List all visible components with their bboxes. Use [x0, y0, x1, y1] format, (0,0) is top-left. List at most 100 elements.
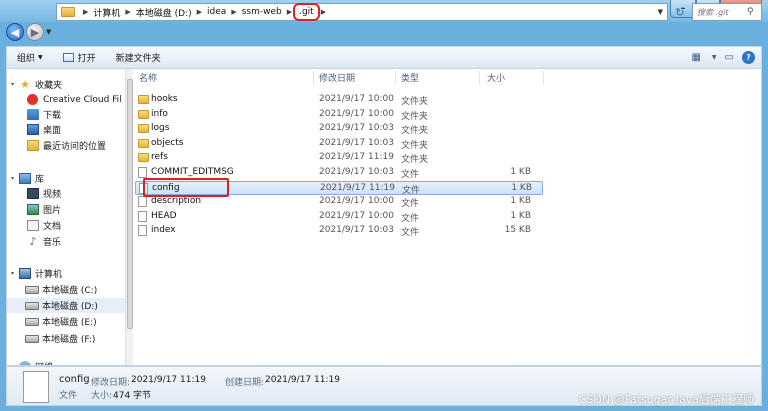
details-file-name: config	[59, 374, 90, 385]
sidebar-item-videos[interactable]: 视频	[27, 186, 61, 201]
drive-icon	[25, 285, 39, 294]
file-row[interactable]: info 2021/9/17 10:00 文件夹	[135, 108, 543, 122]
drive-icon	[25, 317, 39, 326]
column-header-size[interactable]: 大小	[487, 71, 505, 85]
column-divider[interactable]	[313, 71, 314, 85]
main-pane: ▾ ★ 收藏夹 Creative Cloud Fil 下载 桌面 最近访问的位置…	[6, 68, 762, 366]
organize-button[interactable]: 组织 ▼	[17, 51, 43, 64]
file-type: 文件夹	[401, 140, 429, 151]
sidebar-item-label: 下载	[43, 111, 62, 121]
file-icon	[138, 225, 147, 237]
sidebar-item-drive-c[interactable]: 本地磁盘 (C:)	[25, 282, 97, 297]
file-row[interactable]: hooks 2021/9/17 10:00 文件夹	[135, 93, 543, 107]
address-dropdown-icon[interactable]: ▼	[658, 8, 663, 16]
expand-icon[interactable]: ▸	[11, 363, 19, 366]
file-type: 文件夹	[401, 155, 429, 166]
folder-icon	[138, 153, 149, 163]
search-box[interactable]: ⚲	[692, 3, 762, 21]
file-type: 文件夹	[401, 126, 429, 137]
file-row[interactable]: index 2021/9/17 10:03 文件 15 KB	[135, 224, 543, 238]
view-options-icon[interactable]: ▦	[691, 52, 700, 63]
file-name: description	[151, 196, 202, 207]
column-divider[interactable]	[543, 71, 544, 85]
crumb-separator-icon[interactable]: ▶	[321, 8, 326, 16]
sidebar-computer-label: 计算机	[35, 270, 63, 280]
sidebar-network[interactable]: ▸ 网络	[11, 361, 53, 365]
file-date: 2021/9/17 11:19	[319, 152, 394, 163]
sidebar-favorites[interactable]: ▾ ★ 收藏夹	[11, 77, 62, 92]
back-button[interactable]: ◀	[6, 23, 24, 41]
sidebar-item-label: 视频	[43, 190, 62, 200]
scrollbar-thumb[interactable]	[127, 79, 133, 329]
breadcrumb-ssm-web[interactable]: ssm-web	[242, 7, 282, 17]
sidebar-item-documents[interactable]: 文档	[27, 218, 61, 233]
sidebar-libraries-label: 库	[35, 175, 45, 185]
address-bar[interactable]: ▶ 计算机 ▶ 本地磁盘 (D:) ▶ idea ▶ ssm-web ▶ .gi…	[56, 3, 668, 21]
file-date: 2021/9/17 11:19	[320, 182, 395, 193]
crumb-separator-icon[interactable]: ▶	[197, 8, 202, 16]
sidebar-item-pictures[interactable]: 图片	[27, 202, 61, 217]
open-button[interactable]: 打开	[62, 51, 96, 64]
crumb-separator-icon[interactable]: ▶	[83, 8, 88, 16]
crumb-separator-icon[interactable]: ▶	[287, 8, 292, 16]
expand-icon[interactable]: ▾	[11, 175, 19, 182]
column-header-name[interactable]: 名称	[139, 71, 157, 85]
file-icon	[138, 167, 147, 178]
chevron-down-icon[interactable]: ▼	[712, 54, 717, 61]
column-header-type[interactable]: 类型	[401, 71, 419, 85]
file-date: 2021/9/17 10:03	[319, 167, 394, 177]
search-icon[interactable]: ⚲	[747, 7, 754, 17]
sidebar-libraries[interactable]: ▾ 库	[11, 171, 44, 186]
sidebar-item-label: 文档	[43, 222, 62, 232]
search-input[interactable]	[697, 7, 747, 17]
preview-pane-icon[interactable]: ▭	[725, 52, 734, 63]
details-size-value: 474 字节	[113, 391, 152, 401]
navigation-scrollbar[interactable]	[125, 69, 133, 365]
sidebar-item-drive-d[interactable]: 本地磁盘 (D:)	[7, 298, 125, 313]
breadcrumb-idea[interactable]: idea	[207, 7, 226, 17]
file-row[interactable]: HEAD 2021/9/17 10:00 文件 1 KB	[135, 210, 543, 224]
sidebar-item-label: 桌面	[43, 126, 62, 136]
expand-icon[interactable]: ▾	[11, 270, 19, 277]
library-icon	[19, 173, 31, 184]
file-row[interactable]: refs 2021/9/17 11:19 文件夹	[135, 151, 543, 165]
folder-icon	[138, 124, 149, 134]
file-row[interactable]: description 2021/9/17 10:00 文件 1 KB	[135, 195, 543, 209]
folder-icon	[138, 109, 149, 119]
sidebar-computer[interactable]: ▾ 计算机	[11, 266, 62, 281]
sidebar-item-label: 音乐	[43, 238, 62, 248]
breadcrumb-computer[interactable]: 计算机	[93, 6, 120, 19]
file-type: 文件	[401, 213, 420, 224]
sidebar-item-desktop[interactable]: 桌面	[27, 122, 61, 137]
column-divider[interactable]	[479, 71, 480, 85]
help-icon[interactable]: ?	[742, 51, 755, 64]
new-folder-button[interactable]: 新建文件夹	[116, 51, 161, 64]
file-row[interactable]: objects 2021/9/17 10:03 文件夹	[135, 137, 543, 151]
sidebar-item-drive-f[interactable]: 本地磁盘 (F:)	[25, 331, 95, 346]
refresh-icon[interactable]: ↻	[672, 4, 688, 20]
file-type: 文件	[402, 185, 421, 196]
file-size: 15 KB	[504, 225, 531, 236]
sidebar-item-recent[interactable]: 最近访问的位置	[27, 138, 106, 153]
file-date: 2021/9/17 10:03	[319, 137, 394, 148]
open-icon	[62, 53, 74, 62]
network-icon	[19, 361, 31, 365]
breadcrumb-git[interactable]: .git	[293, 3, 320, 21]
file-row[interactable]: logs 2021/9/17 10:03 文件夹	[135, 122, 543, 136]
sidebar-item-drive-e[interactable]: 本地磁盘 (E:)	[25, 314, 97, 329]
sidebar-item-downloads[interactable]: 下载	[27, 107, 61, 122]
history-dropdown-icon[interactable]: ▼	[46, 28, 51, 36]
forward-button[interactable]: ▶	[26, 23, 44, 41]
column-header-date[interactable]: 修改日期	[319, 71, 355, 85]
sidebar-item-creative-cloud[interactable]: Creative Cloud Fil	[27, 92, 122, 107]
sidebar-item-label: 本地磁盘 (E:)	[42, 318, 97, 328]
crumb-separator-icon[interactable]: ▶	[125, 8, 130, 16]
sidebar-item-music[interactable]: ♪ 音乐	[27, 234, 61, 249]
folder-icon	[138, 138, 149, 148]
column-divider[interactable]	[395, 71, 396, 85]
crumb-separator-icon[interactable]: ▶	[231, 8, 236, 16]
breadcrumb-drive-d[interactable]: 本地磁盘 (D:)	[136, 6, 192, 19]
expand-icon[interactable]: ▾	[11, 81, 19, 88]
sidebar-item-label: 本地磁盘 (F:)	[42, 335, 96, 345]
details-modified-value: 2021/9/17 11:19	[131, 375, 206, 385]
